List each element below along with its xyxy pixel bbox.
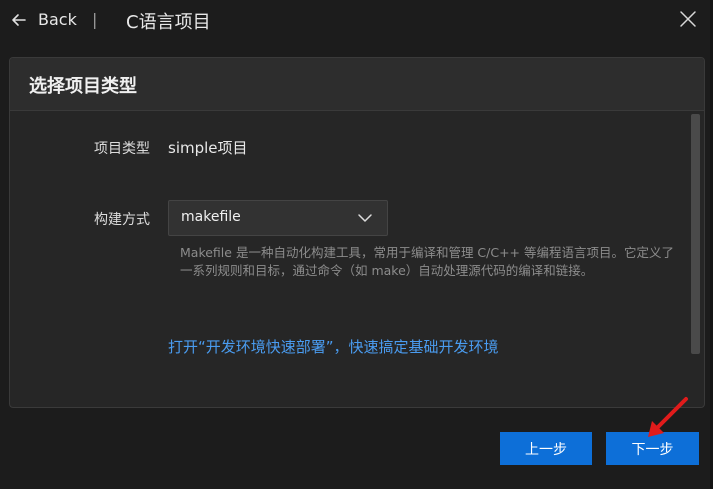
title-separator: |	[92, 10, 98, 29]
build-method-selected: makefile	[181, 209, 241, 225]
arrow-left-icon[interactable]	[10, 8, 28, 32]
back-button[interactable]: Back	[38, 10, 77, 29]
project-type-panel: 选择项目类型 项目类型 simple项目 构建方式 makefile Makef…	[9, 57, 705, 408]
previous-step-button[interactable]: 上一步	[500, 432, 592, 465]
project-type-label: 项目类型	[94, 141, 150, 157]
title-bar: Back | C语言项目	[0, 0, 710, 40]
panel-header: 选择项目类型	[10, 58, 704, 111]
quick-deploy-link[interactable]: 打开“开发环境快速部署”，快速搞定基础开发环境	[168, 336, 499, 357]
project-type-value: simple项目	[168, 139, 248, 157]
panel-title: 选择项目类型	[29, 76, 137, 97]
close-icon[interactable]	[678, 9, 698, 29]
build-method-label: 构建方式	[94, 212, 150, 228]
build-method-description: Makefile 是一种自动化构建工具，常用于编译和管理 C/C++ 等编程语言…	[180, 245, 675, 278]
chevron-down-icon	[358, 214, 372, 222]
dialog: Back | C语言项目 选择项目类型 项目类型 simple项目 构建方式 m…	[0, 0, 710, 489]
red-arrow-annotation-icon	[648, 397, 688, 437]
dialog-title: C语言项目	[126, 12, 211, 33]
build-method-select[interactable]: makefile	[168, 200, 388, 236]
scrollbar-thumb[interactable]	[691, 114, 700, 354]
